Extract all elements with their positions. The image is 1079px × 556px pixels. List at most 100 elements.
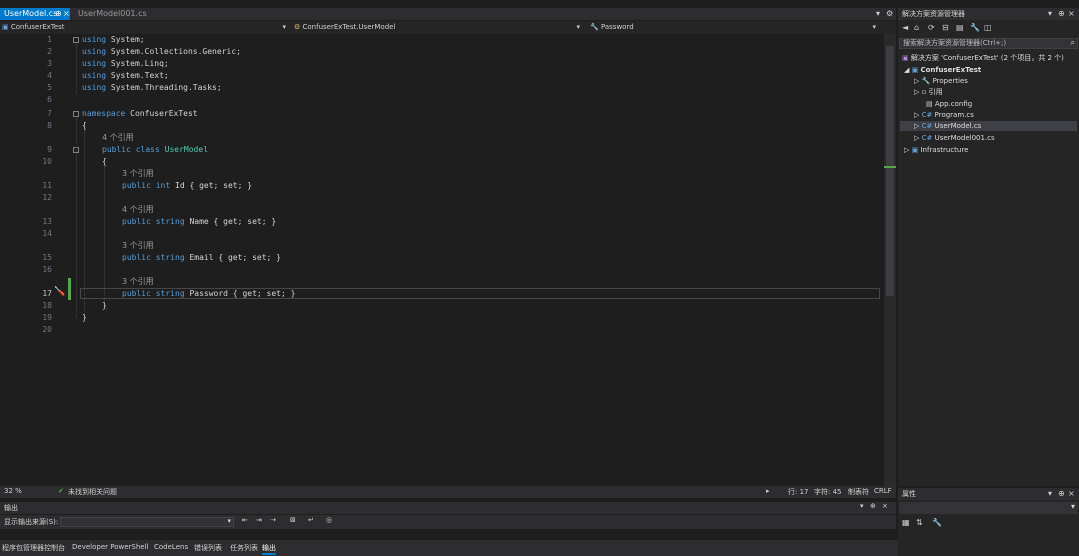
close-icon[interactable]: × — [882, 502, 888, 510]
properties-object-selector[interactable]: ▾ — [899, 502, 1078, 514]
collapse-all-icon[interactable]: ⊟ — [942, 23, 949, 33]
clear-all-icon[interactable]: ⊠ — [290, 516, 296, 524]
csharp-file-icon: C# — [921, 122, 933, 130]
member-dropdown[interactable]: 🔧 Password ▾ — [590, 22, 880, 33]
solution-explorer: 解决方案资源管理器 ▾ ⊕ × ◄ ⌂ ⟳ ⊟ ▤ 🔧 ◫ 搜索解决方案资源管理… — [898, 8, 1079, 486]
config-file-icon: ▤ — [926, 100, 933, 108]
refresh-icon[interactable]: ⟳ — [928, 23, 935, 33]
find-previous-icon[interactable]: ⇤ — [242, 516, 248, 524]
alphabetical-icon[interactable]: ⇅ — [916, 518, 923, 528]
tab-usermodel[interactable]: UserModel.cs ⊕ × — [0, 8, 70, 20]
home-icon[interactable]: ⌂ — [914, 23, 919, 33]
chevron-down-icon[interactable]: ▾ — [860, 502, 864, 510]
tab-package-manager-console[interactable]: 程序包管理器控制台 — [2, 543, 65, 553]
categorized-icon[interactable]: ▦ — [902, 518, 910, 528]
find-next-icon[interactable]: ⇥ — [256, 516, 262, 524]
class-dropdown[interactable]: ⚙ ConfuserExTest.UserModel ▾ — [294, 22, 584, 33]
tree-item-properties[interactable]: ▷ 🔧 Properties — [914, 76, 968, 86]
chevron-down-icon: ▾ — [282, 23, 286, 31]
pin-icon[interactable]: ⊕ — [1058, 9, 1065, 19]
chevron-down-icon[interactable]: ▾ — [1048, 9, 1052, 19]
tab-error-list[interactable]: 错误列表 — [194, 543, 222, 553]
code-editor[interactable]: 1 2 3 4 5 6 7 8 9 10 11 12 13 14 15 16 1… — [0, 34, 884, 486]
pin-icon[interactable]: ⊕ — [870, 502, 876, 510]
output-source-label: 显示输出来源(S): — [4, 518, 59, 526]
tab-output[interactable]: 输出 — [262, 543, 276, 555]
pin-icon[interactable]: ⊕ — [55, 8, 62, 20]
solution-explorer-toolbar: ◄ ⌂ ⟳ ⊟ ▤ 🔧 ◫ — [898, 21, 1079, 35]
go-to-icon[interactable]: ⇢ — [270, 516, 276, 524]
tree-item-references[interactable]: ▷ ▫ 引用 — [914, 87, 943, 97]
close-icon[interactable]: × — [1068, 489, 1075, 499]
collapsed-icon: ▷ — [914, 111, 920, 119]
wrench-icon[interactable]: 🔧 — [932, 518, 942, 528]
tree-project[interactable]: ◢ ▣ ConfuserExTest — [904, 65, 981, 75]
output-source-dropdown[interactable]: ▾ — [60, 517, 234, 527]
codelens-references[interactable]: 4 个引用 — [122, 204, 154, 216]
tree-item-usermodel001[interactable]: ▷ C# UserModel001.cs — [914, 133, 995, 143]
line-number: 14 — [42, 229, 52, 238]
code-text: Email { get; set; } — [184, 253, 281, 262]
tree-solution[interactable]: ▣ 解决方案 'ConfuserExTest' (2 个项目，共 2 个) — [902, 53, 1064, 63]
csharp-file-icon: C# — [921, 134, 933, 142]
keyword: int — [155, 181, 171, 190]
code-line: using System.Collections.Generic; — [82, 46, 241, 58]
zoom-level[interactable]: 32 % — [4, 487, 22, 495]
show-all-files-icon[interactable]: ▤ — [956, 23, 964, 33]
collapsed-icon: ▷ — [914, 134, 920, 142]
close-icon[interactable]: × — [63, 8, 70, 20]
codelens-references[interactable]: 4 个引用 — [102, 132, 134, 144]
open-log-icon[interactable]: ◎ — [326, 516, 332, 524]
tree-project-infrastructure[interactable]: ▷ ▣ Infrastructure — [904, 145, 968, 155]
tab-dropdown-icon[interactable]: ▾ — [876, 9, 880, 19]
close-icon[interactable]: × — [1068, 9, 1075, 19]
issues-status[interactable]: 未找到相关问题 — [68, 487, 117, 497]
gear-icon[interactable]: ⚙ — [886, 9, 893, 19]
keyword: using — [82, 47, 107, 56]
code-line: { — [82, 121, 87, 130]
fold-guide — [76, 44, 77, 94]
line-number: 7 — [47, 109, 52, 118]
line-number: 2 — [47, 47, 52, 56]
tree-label: 引用 — [928, 88, 943, 96]
properties-icon[interactable]: 🔧 — [970, 23, 980, 33]
codelens-references[interactable]: 3 个引用 — [122, 168, 154, 180]
line-number: 18 — [42, 301, 52, 310]
tab-usermodel001[interactable]: UserModel001.cs — [74, 8, 147, 20]
output-content[interactable] — [0, 530, 896, 540]
chevron-down-icon[interactable]: ▾ — [1048, 489, 1052, 499]
tree-item-usermodel-selected[interactable]: ▷ C# UserModel.cs — [900, 121, 1077, 131]
code-line: public int Id { get; set; } — [122, 180, 252, 192]
keyword: public — [122, 181, 151, 190]
tab-codelens[interactable]: CodeLens — [154, 543, 188, 551]
column-indicator[interactable]: 字符: 45 — [814, 487, 842, 497]
line-indicator[interactable]: 行: 17 — [788, 487, 809, 497]
back-icon[interactable]: ◄ — [902, 23, 908, 33]
indent-mode[interactable]: 制表符 — [848, 487, 869, 497]
code-line: using System.Threading.Tasks; — [82, 82, 222, 94]
preview-icon[interactable]: ◫ — [984, 23, 992, 33]
codelens-references[interactable]: 3 个引用 — [122, 276, 154, 288]
pin-icon[interactable]: ⊕ — [1058, 489, 1065, 499]
tree-item-program[interactable]: ▷ C# Program.cs — [914, 110, 974, 120]
code-line: using System; — [82, 34, 145, 46]
line-number-current: 17 — [42, 289, 52, 298]
code-line: public string Email { get; set; } — [122, 252, 281, 264]
tab-developer-powershell[interactable]: Developer PowerShell — [72, 543, 148, 551]
collapse-icon[interactable] — [73, 37, 79, 43]
tree-item-app-config[interactable]: ▤ App.config — [926, 99, 972, 109]
csharp-project-icon: ▣ — [911, 146, 919, 154]
collapse-icon[interactable] — [73, 111, 79, 117]
word-wrap-icon[interactable]: ↵ — [308, 516, 314, 524]
codelens-references[interactable]: 3 个引用 — [122, 240, 154, 252]
quick-actions-icon[interactable]: 🪛 — [54, 287, 65, 297]
panel-title: 属性 — [902, 490, 916, 498]
scrollbar-thumb[interactable] — [886, 46, 894, 296]
keyword: using — [82, 59, 107, 68]
line-ending[interactable]: CRLF — [874, 487, 892, 495]
tab-task-list[interactable]: 任务列表 — [230, 543, 258, 553]
play-icon[interactable]: ▸ — [766, 487, 770, 495]
editor-vertical-scrollbar[interactable] — [884, 34, 896, 486]
solution-search-input[interactable]: 搜索解决方案资源管理器(Ctrl+;) ⌕ — [899, 38, 1078, 49]
project-dropdown[interactable]: ▣ ConfuserExTest ▾ — [2, 22, 290, 33]
